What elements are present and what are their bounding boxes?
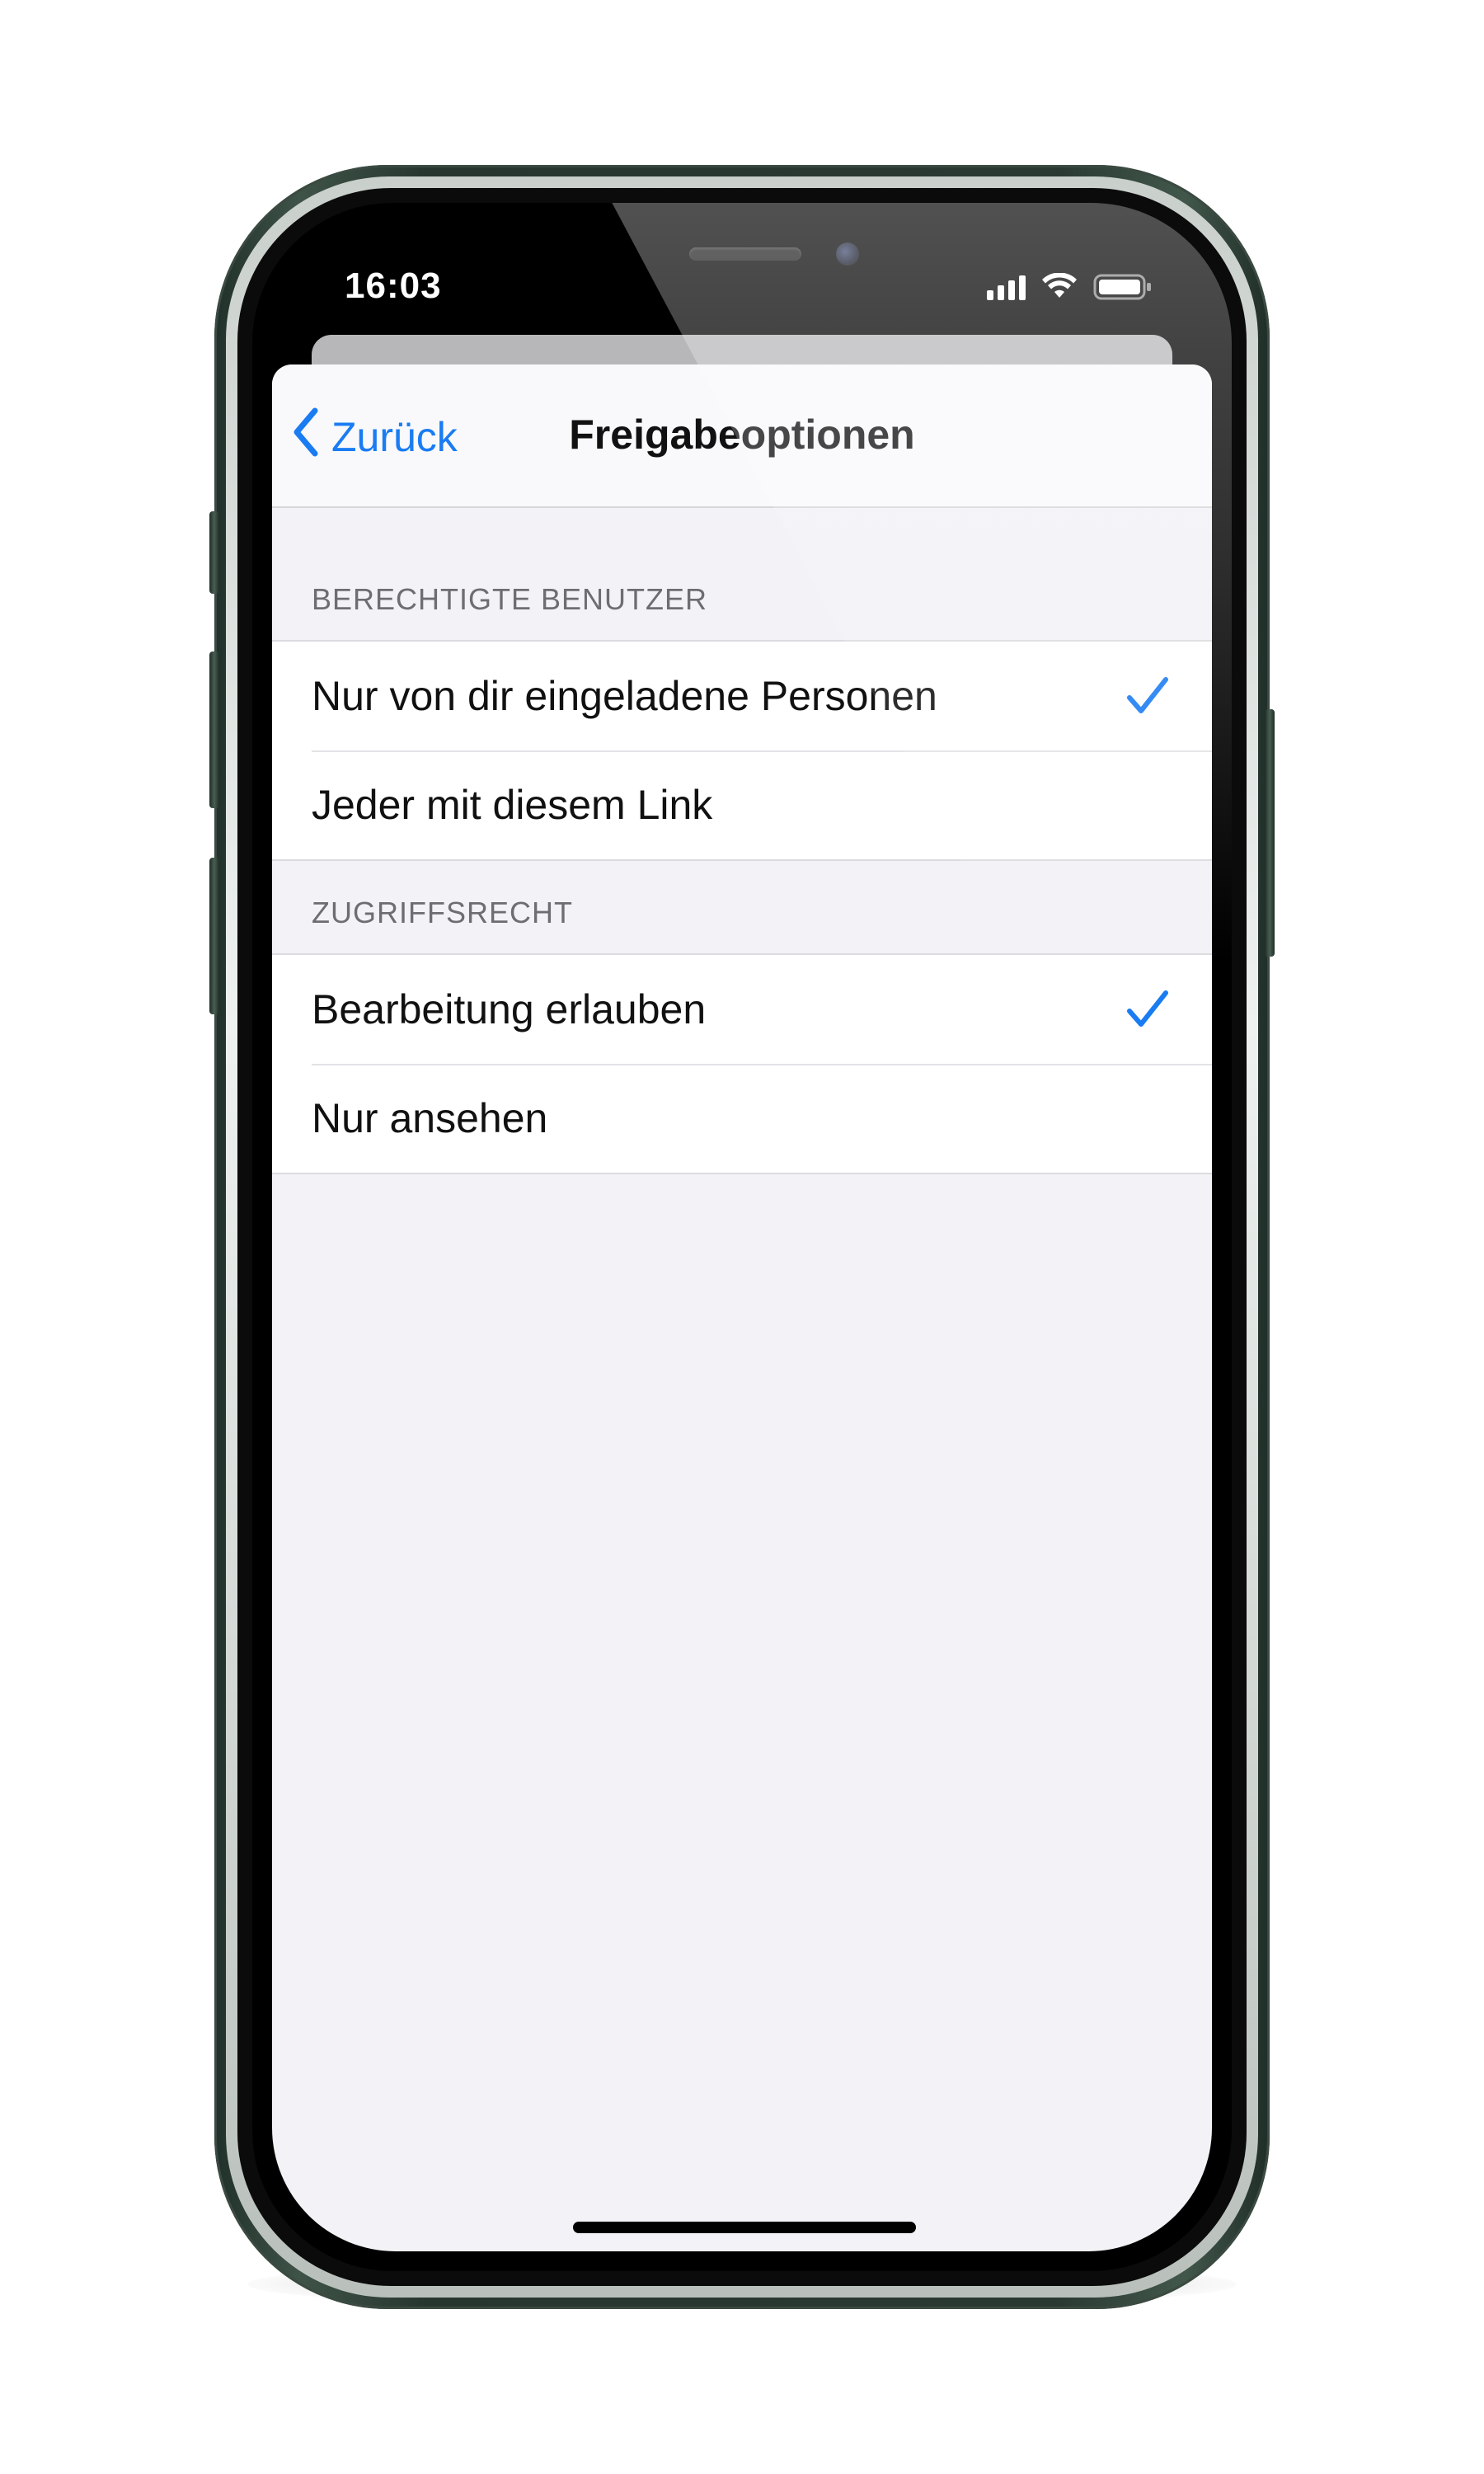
notch — [500, 203, 984, 279]
option-label: Jeder mit diesem Link — [312, 782, 713, 828]
section-header-zugriffsrecht: ZUGRIFFSRECHT — [312, 896, 573, 929]
earpiece-speaker — [689, 247, 801, 261]
checkmark-icon — [1126, 676, 1169, 716]
status-time: 16:03 — [345, 266, 442, 306]
option-anyone-with-link[interactable]: Jeder mit diesem Link — [272, 750, 1212, 859]
wifi-icon — [1040, 273, 1078, 301]
home-indicator[interactable] — [573, 2222, 916, 2233]
authorized-users-group: Nur von dir eingeladene Personen Jeder m… — [272, 640, 1212, 861]
option-invited-people[interactable]: Nur von dir eingeladene Personen — [272, 642, 1212, 750]
access-rights-group: Bearbeitung erlauben Nur ansehen — [272, 953, 1212, 1174]
mockup-canvas: 16:03 Zurück Freigabeoptionen BERECHTIGT… — [0, 0, 1484, 2474]
volume-down-button — [209, 858, 219, 1014]
option-label: Nur ansehen — [312, 1095, 548, 1141]
checkmark-icon — [1126, 990, 1169, 1029]
share-options-sheet: Zurück Freigabeoptionen BERECHTIGTE BENU… — [272, 365, 1212, 2251]
power-button — [1265, 709, 1275, 957]
option-allow-editing[interactable]: Bearbeitung erlauben — [272, 955, 1212, 1064]
mute-switch — [209, 511, 219, 594]
cellular-signal-icon — [987, 274, 1026, 300]
section-header-berechtigte-benutzer: BERECHTIGTE BENUTZER — [312, 582, 708, 616]
volume-up-button — [209, 651, 219, 808]
page-title: Freigabeoptionen — [569, 412, 915, 458]
battery-icon — [1093, 273, 1153, 301]
option-label: Nur von dir eingeladene Personen — [312, 673, 937, 719]
option-label: Bearbeitung erlauben — [312, 986, 707, 1032]
option-view-only[interactable]: Nur ansehen — [272, 1064, 1212, 1173]
status-icons — [987, 270, 1153, 303]
phone-screen: 16:03 Zurück Freigabeoptionen BERECHTIGT… — [252, 203, 1232, 2271]
navigation-bar: Zurück Freigabeoptionen — [272, 365, 1212, 508]
front-camera — [836, 242, 859, 266]
